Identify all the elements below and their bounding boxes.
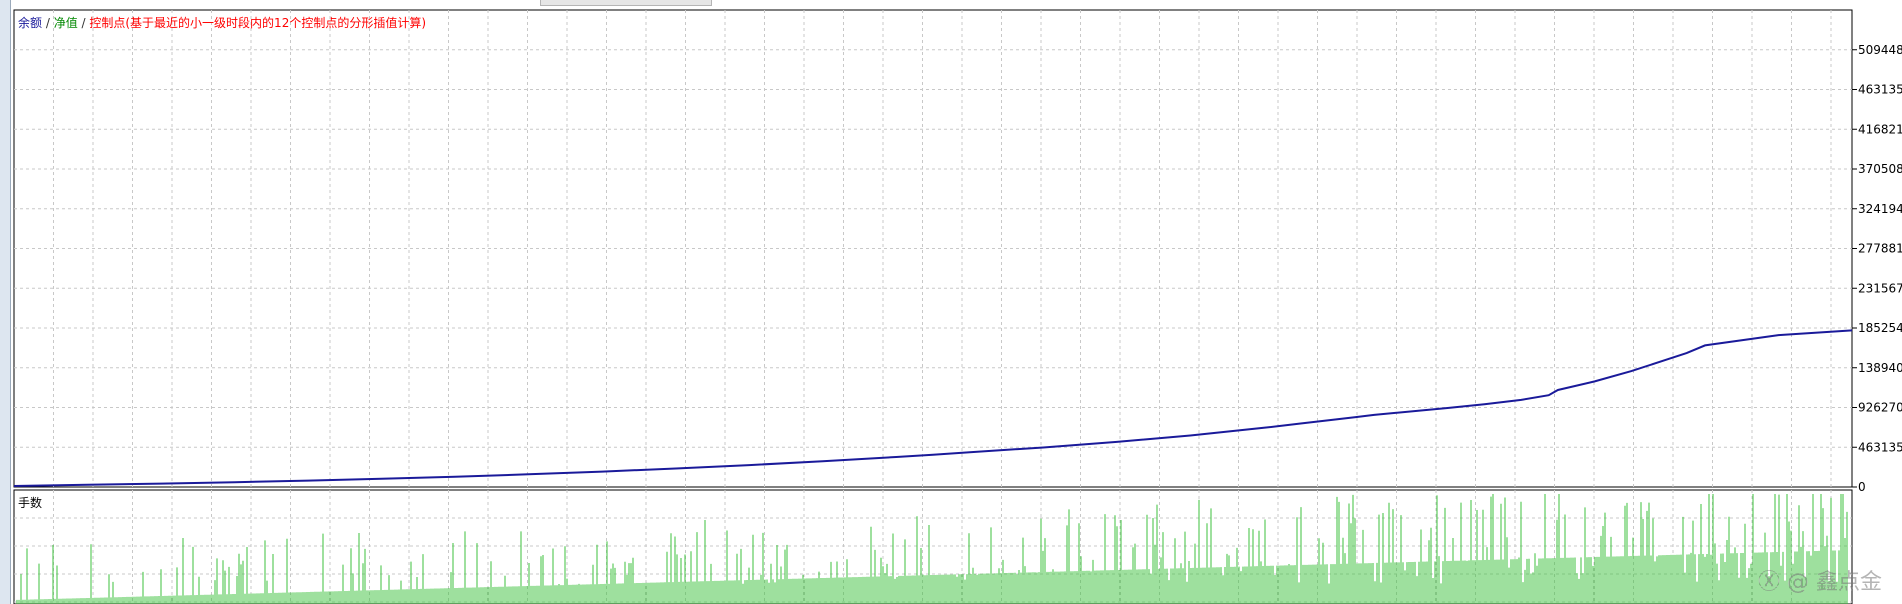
y-tick-label: 0	[1858, 480, 1866, 494]
y-tick-label: 32419450	[1858, 202, 1902, 216]
stage: 0 4631350 9262700 13894050 18525400 23156750 2…	[0, 0, 1902, 604]
legend-control-points: 控制点(基于最近的小一级时段内的12个控制点的分形插值计算)	[89, 16, 427, 30]
balance-chart: 0 4631350 9262700 13894050 18525400 23156750 2…	[13, 9, 1902, 604]
y-tick-label: 18525400	[1858, 321, 1902, 335]
legend-equity: 净值	[53, 16, 78, 30]
y-tick-label: 46313500	[1858, 83, 1902, 97]
y-tick-label: 13894050	[1858, 361, 1902, 375]
chart-legend: 余额 / 净值 / 控制点(基于最近的小一级时段内的12个控制点的分形插值计算)	[18, 14, 426, 31]
y-tick-label: 50944850	[1858, 43, 1902, 57]
volume-title: 手数	[18, 496, 43, 510]
legend-separator: /	[77, 16, 90, 30]
y-tick-label: 4631350	[1858, 440, 1902, 454]
legend-separator: /	[42, 16, 54, 30]
y-tick-label: 41682150	[1858, 122, 1902, 136]
y-tick-label: 9262700	[1858, 401, 1902, 415]
watermark: Ⓧ @ 鑫点金	[1758, 570, 1882, 595]
y-tick-label: 23156750	[1858, 281, 1902, 295]
y-tick-label: 37050800	[1858, 162, 1902, 176]
y-tick-label: 27788100	[1858, 242, 1902, 256]
legend-balance: 余额	[18, 16, 43, 30]
